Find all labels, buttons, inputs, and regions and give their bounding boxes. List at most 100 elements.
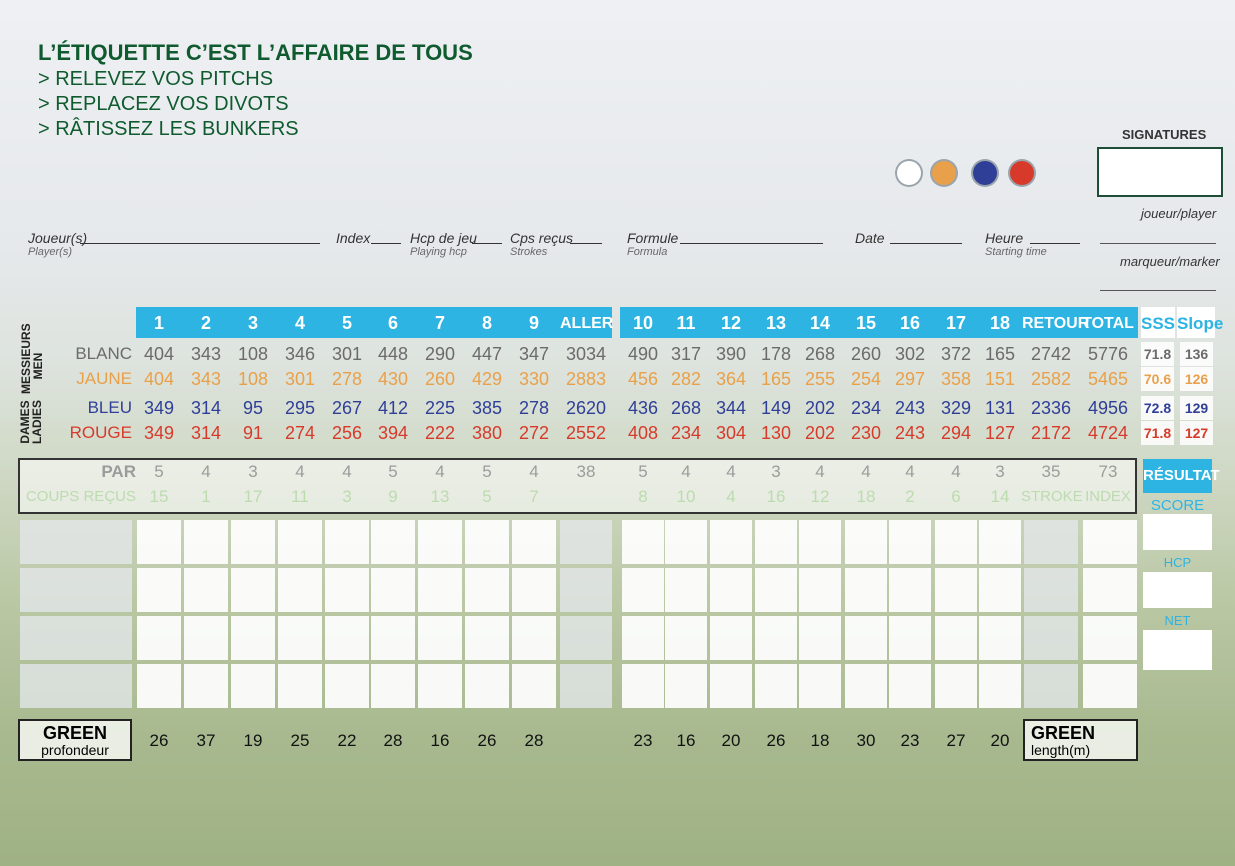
player-input-line[interactable]: [80, 243, 320, 244]
score-cell[interactable]: [184, 568, 228, 612]
score-cell[interactable]: [622, 616, 664, 660]
score-cell[interactable]: [755, 616, 797, 660]
score-cell[interactable]: [278, 616, 322, 660]
date-input-line[interactable]: [890, 243, 962, 244]
retour-score-cell[interactable]: [1024, 520, 1078, 564]
score-cell[interactable]: [935, 616, 977, 660]
hcp-input-line[interactable]: [472, 243, 502, 244]
formula-input-line[interactable]: [680, 243, 823, 244]
score-cell[interactable]: [278, 568, 322, 612]
total-score-cell[interactable]: [1083, 664, 1137, 708]
player-name-cell[interactable]: [20, 520, 132, 564]
score-cell[interactable]: [665, 616, 707, 660]
score-cell[interactable]: [622, 568, 664, 612]
score-cell[interactable]: [845, 520, 887, 564]
retour-score-cell[interactable]: [1024, 616, 1078, 660]
score-cell[interactable]: [137, 520, 181, 564]
score-cell[interactable]: [979, 568, 1021, 612]
score-cell[interactable]: [325, 616, 369, 660]
score-cell[interactable]: [889, 616, 931, 660]
signature-box[interactable]: [1097, 147, 1223, 197]
score-cell[interactable]: [231, 568, 275, 612]
score-cell[interactable]: [979, 664, 1021, 708]
score-cell[interactable]: [710, 616, 752, 660]
aller-score-cell[interactable]: [560, 664, 612, 708]
score-cell[interactable]: [184, 664, 228, 708]
player-name-cell[interactable]: [20, 664, 132, 708]
score-cell[interactable]: [665, 664, 707, 708]
score-cell[interactable]: [231, 616, 275, 660]
strokes-input-line[interactable]: [570, 243, 602, 244]
score-cell[interactable]: [418, 520, 462, 564]
score-cell[interactable]: [710, 520, 752, 564]
score-cell[interactable]: [137, 616, 181, 660]
player-name-cell[interactable]: [20, 568, 132, 612]
score-cell[interactable]: [418, 664, 462, 708]
score-cell[interactable]: [278, 520, 322, 564]
score-cell[interactable]: [512, 664, 556, 708]
score-cell[interactable]: [325, 568, 369, 612]
score-cell[interactable]: [512, 616, 556, 660]
score-cell[interactable]: [231, 520, 275, 564]
score-cell[interactable]: [184, 520, 228, 564]
score-cell[interactable]: [137, 568, 181, 612]
time-input-line[interactable]: [1030, 243, 1080, 244]
score-cell[interactable]: [465, 568, 509, 612]
score-cell[interactable]: [845, 664, 887, 708]
score-cell[interactable]: [465, 664, 509, 708]
player-name-cell[interactable]: [20, 616, 132, 660]
index-input-line[interactable]: [371, 243, 401, 244]
score-cell[interactable]: [184, 616, 228, 660]
score-cell[interactable]: [665, 568, 707, 612]
total-score-cell[interactable]: [1083, 568, 1137, 612]
aller-score-cell[interactable]: [560, 616, 612, 660]
score-cell[interactable]: [799, 568, 841, 612]
score-cell[interactable]: [889, 568, 931, 612]
score-cell[interactable]: [465, 520, 509, 564]
marker-signature-line[interactable]: [1100, 290, 1216, 291]
score-cell[interactable]: [622, 664, 664, 708]
score-cell[interactable]: [418, 568, 462, 612]
score-cell[interactable]: [371, 664, 415, 708]
score-cell[interactable]: [799, 616, 841, 660]
score-cell[interactable]: [799, 664, 841, 708]
total-score-cell[interactable]: [1083, 616, 1137, 660]
score-cell[interactable]: [325, 520, 369, 564]
score-cell[interactable]: [665, 520, 707, 564]
score-cell[interactable]: [935, 520, 977, 564]
aller-score-cell[interactable]: [560, 520, 612, 564]
score-cell[interactable]: [137, 664, 181, 708]
score-cell[interactable]: [622, 520, 664, 564]
score-cell[interactable]: [755, 520, 797, 564]
score-cell[interactable]: [371, 520, 415, 564]
score-cell[interactable]: [979, 616, 1021, 660]
score-cell[interactable]: [755, 568, 797, 612]
retour-score-cell[interactable]: [1024, 664, 1078, 708]
score-cell[interactable]: [889, 520, 931, 564]
score-cell[interactable]: [799, 520, 841, 564]
score-cell[interactable]: [710, 664, 752, 708]
score-cell[interactable]: [512, 520, 556, 564]
score-cell[interactable]: [231, 664, 275, 708]
player-signature-line[interactable]: [1100, 243, 1216, 244]
score-cell[interactable]: [889, 664, 931, 708]
score-cell[interactable]: [710, 568, 752, 612]
score-cell[interactable]: [371, 616, 415, 660]
hcp-box[interactable]: [1143, 572, 1212, 608]
score-cell[interactable]: [935, 568, 977, 612]
score-box[interactable]: [1143, 514, 1212, 550]
score-cell[interactable]: [845, 616, 887, 660]
score-cell[interactable]: [845, 568, 887, 612]
score-cell[interactable]: [465, 616, 509, 660]
score-cell[interactable]: [979, 520, 1021, 564]
score-cell[interactable]: [325, 664, 369, 708]
total-score-cell[interactable]: [1083, 520, 1137, 564]
retour-score-cell[interactable]: [1024, 568, 1078, 612]
score-cell[interactable]: [512, 568, 556, 612]
net-box[interactable]: [1143, 630, 1212, 670]
aller-score-cell[interactable]: [560, 568, 612, 612]
score-cell[interactable]: [418, 616, 462, 660]
score-cell[interactable]: [755, 664, 797, 708]
score-cell[interactable]: [278, 664, 322, 708]
score-cell[interactable]: [935, 664, 977, 708]
